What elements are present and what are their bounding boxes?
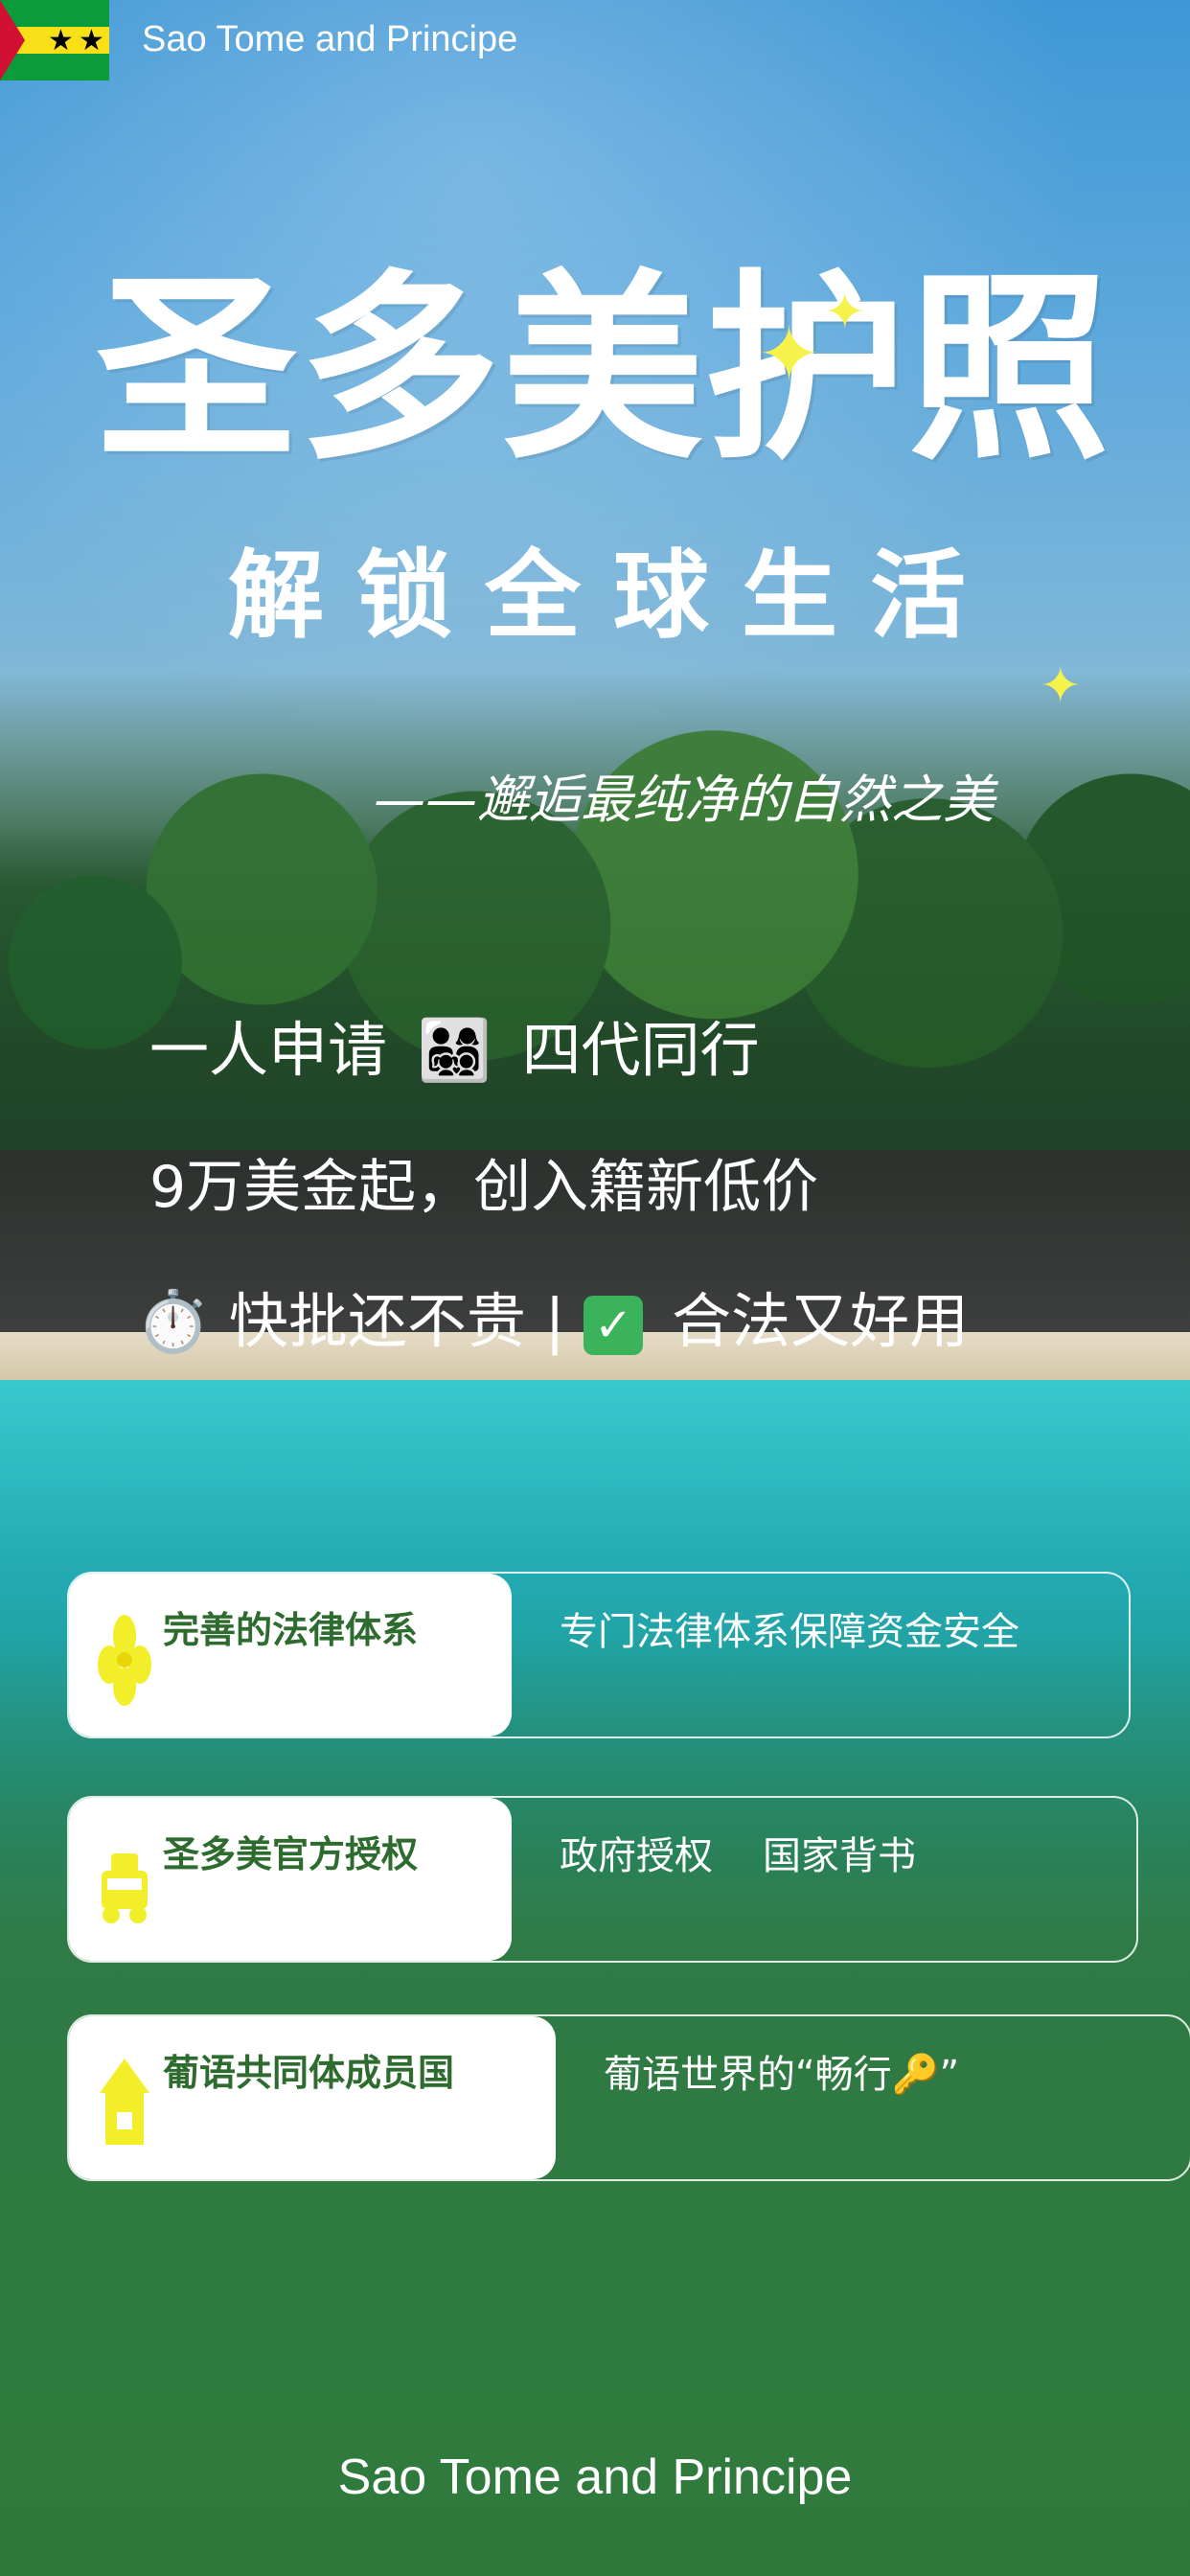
flower-icon — [98, 1615, 151, 1706]
card-label-panel: 圣多美官方授权 — [69, 1798, 512, 1961]
feature-card-legal[interactable]: 完善的法律体系 专门法律体系保障资金安全 — [67, 1572, 1131, 1738]
card-title: 完善的法律体系 — [163, 1609, 419, 1651]
card-title: 圣多美官方授权 — [163, 1833, 419, 1875]
house-icon — [100, 2058, 149, 2145]
car-icon — [102, 1853, 148, 1923]
card-title: 葡语共同体成员国 — [163, 2052, 455, 2094]
family-icon: 👨‍👩‍👧‍👦 — [417, 1015, 492, 1085]
card-label-panel: 葡语共同体成员国 — [69, 2016, 556, 2179]
subtitle: 解锁全球生活 — [228, 539, 998, 652]
card-desc: 专门法律体系保障资金安全 — [560, 1610, 1019, 1654]
main-title: 圣多美护照 — [95, 250, 1111, 487]
page: ★ ★ Sao Tome and Principe 圣多美护照 ✦ ✦ 解锁全球… — [0, 0, 1190, 2576]
card-desc-item: 国家背书 — [763, 1834, 916, 1878]
highlight-apply: 一人申请 — [149, 1015, 388, 1085]
header-country: Sao Tome and Principe — [142, 19, 518, 59]
feature-card-lusophone[interactable]: 葡语共同体成员国 葡语世界的“畅行🔑” — [67, 2014, 1190, 2181]
highlight-legal: 合法又好用 — [671, 1286, 969, 1356]
svg-text:★: ★ — [79, 24, 104, 58]
card-label-panel: 完善的法律体系 — [69, 1574, 512, 1736]
card-desc: 政府授权 国家背书 — [560, 1825, 966, 1880]
feature-card-authorization[interactable]: 圣多美官方授权 政府授权 国家背书 — [67, 1796, 1138, 1963]
card-desc-item: 政府授权 — [560, 1834, 713, 1878]
highlight-line-3: ⏱️ 快批还不贵 | ✓ 合法又好用 — [136, 1273, 969, 1359]
tagline: ——邂逅最纯净的自然之美 — [374, 770, 995, 830]
sparkle-icon: ✦ — [757, 310, 822, 399]
sparkle-icon: ✦ — [1040, 657, 1082, 715]
sparkle-icon: ✦ — [824, 284, 866, 341]
svg-text:★: ★ — [48, 24, 74, 58]
flag-icon: ★ ★ — [0, 0, 109, 80]
check-icon: ✓ — [584, 1295, 644, 1355]
footer-country: Sao Tome and Principe — [337, 2450, 853, 2505]
highlight-generations: 四代同行 — [521, 1015, 760, 1085]
highlight-fast: ⏱️ 快批还不贵 | — [136, 1286, 565, 1356]
highlight-line-1: 一人申请 👨‍👩‍👧‍👦 四代同行 — [149, 1001, 760, 1088]
highlight-line-2: 9万美金起，创入籍新低价 — [149, 1154, 819, 1221]
card-desc: 葡语世界的“畅行🔑” — [604, 2053, 960, 2097]
